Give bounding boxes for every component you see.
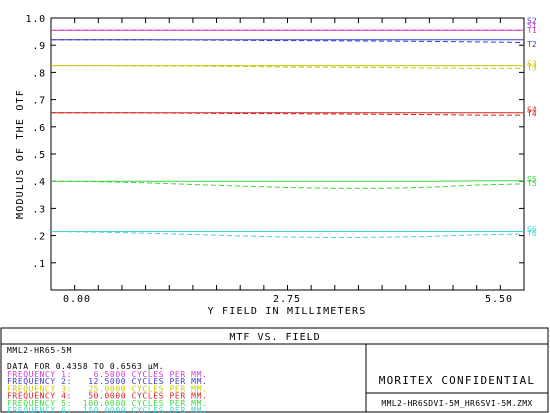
y-tick-label: .9 xyxy=(32,41,46,52)
series-end-label: T5 xyxy=(527,179,537,188)
x-axis-ticks: 0.00 2.75 5.50 xyxy=(50,18,525,305)
series-line-t5 xyxy=(50,180,525,189)
frequency-line: FREQUENCY 6: 150.0000 CYCLES PER MM. xyxy=(7,406,207,413)
series-layer xyxy=(50,29,525,239)
y-tick-label: .2 xyxy=(32,232,46,243)
y-tick-label: .4 xyxy=(32,177,46,188)
x-tick-label: 2.75 xyxy=(273,294,301,305)
y-axis-label: MODULUS OF THE OTF xyxy=(15,89,26,219)
series-end-label: T2 xyxy=(527,40,537,49)
series-line-t6 xyxy=(50,231,525,239)
mtf-chart: 1.0.9.8.7.6.5.4.3.2.1 0.00 2.75 5.50 S2S1T… xyxy=(0,14,549,413)
x-axis-label: Y FIELD IN MILLIMETERS xyxy=(208,306,367,317)
series-end-label: T3 xyxy=(527,64,537,73)
lens-name: MML2-HR65-5M xyxy=(7,346,72,355)
series-end-label: T4 xyxy=(527,110,537,119)
x-tick-label: 0.00 xyxy=(63,294,91,305)
y-tick-label: 1.0 xyxy=(26,14,46,25)
series-end-label: T6 xyxy=(527,229,537,238)
y-tick-label: .7 xyxy=(32,96,46,107)
series-end-labels: S2S1T1T2S3T3S4T4S5T5S6T6 xyxy=(527,17,537,238)
x-tick-label: 5.50 xyxy=(485,294,513,305)
y-tick-label: .5 xyxy=(32,150,46,161)
plot-frame xyxy=(50,17,525,291)
y-tick-label: .8 xyxy=(32,68,46,79)
y-tick-label: .1 xyxy=(32,259,46,270)
y-tick-label: .3 xyxy=(32,204,46,215)
series-end-label: T1 xyxy=(527,26,537,35)
file-name: MML2-HR6SDVI-5M_HR6SVI-5M.ZMX xyxy=(381,399,532,408)
footer-title: MTF VS. FIELD xyxy=(229,332,320,343)
confidential-label: MORITEX CONFIDENTIAL xyxy=(379,374,535,387)
series-line-s5 xyxy=(51,180,525,182)
y-tick-label: .6 xyxy=(32,123,46,134)
frequency-list: FREQUENCY 1: 6.5000 CYCLES PER MM.FREQUE… xyxy=(7,370,207,413)
